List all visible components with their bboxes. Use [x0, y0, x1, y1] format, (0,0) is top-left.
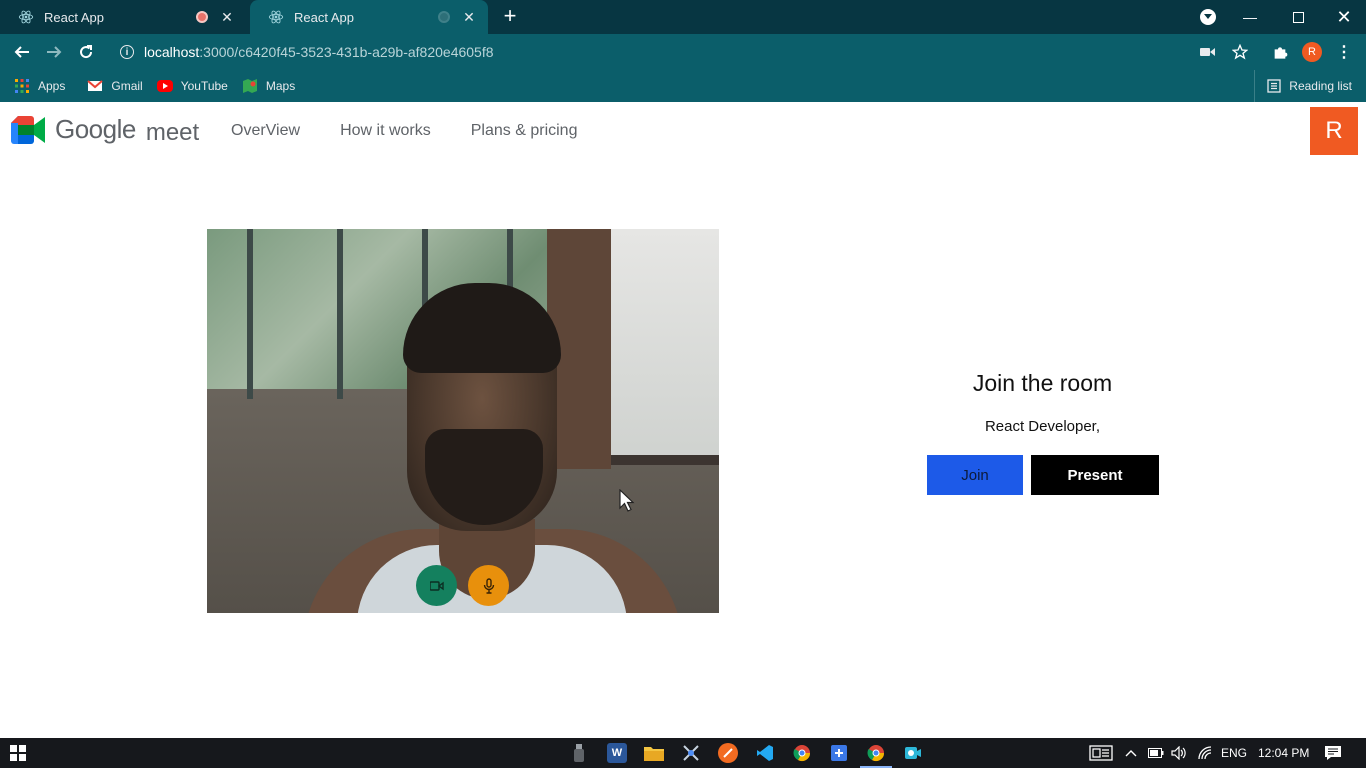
bookmark-label: Gmail — [111, 79, 143, 93]
bookmarks-bar: Apps Gmail YouTube Maps Reading list — [0, 70, 1366, 102]
address-bar[interactable]: i localhost:3000/c6420f45-3523-431b-a29b… — [110, 38, 1260, 66]
google-meet-logo[interactable]: Google meet — [11, 114, 199, 146]
video-camera-icon — [429, 580, 444, 591]
join-room-subtitle: React Developer, — [984, 418, 1101, 435]
reload-button[interactable] — [74, 40, 98, 64]
bookmark-label: Apps — [38, 79, 66, 93]
extensions-puzzle-icon[interactable] — [1270, 42, 1290, 62]
main-nav: OverView How it works Plans & pricing — [231, 122, 617, 140]
react-icon — [18, 10, 34, 24]
app-header: Google meet OverView How it works Plans … — [0, 102, 1366, 160]
clock[interactable]: 12:04 PM — [1258, 738, 1309, 768]
bookmark-gmail[interactable]: Gmail — [87, 78, 143, 94]
bookmark-apps[interactable]: Apps — [14, 78, 65, 94]
nav-plans-pricing[interactable]: Plans & pricing — [471, 122, 578, 140]
windows-start-icon[interactable] — [10, 745, 26, 761]
news-widget-icon[interactable] — [1089, 738, 1113, 768]
browser-toolbar: i localhost:3000/c6420f45-3523-431b-a29b… — [0, 34, 1366, 70]
restore-icon — [1292, 11, 1304, 23]
join-room-title: Join the room — [972, 370, 1113, 396]
reading-list-icon — [1267, 79, 1281, 93]
language-indicator[interactable]: ENG — [1221, 738, 1247, 768]
profile-avatar[interactable]: R — [1302, 42, 1322, 62]
chrome-icon[interactable] — [792, 743, 812, 763]
youtube-icon — [156, 80, 173, 92]
logo-google-text: Google — [55, 114, 136, 144]
arrow-right-icon — [47, 46, 62, 58]
arrow-left-icon — [14, 46, 29, 58]
snipping-tool-icon[interactable] — [681, 743, 701, 763]
settings-app-icon[interactable] — [829, 743, 849, 763]
forward-button[interactable] — [42, 40, 66, 64]
reading-list-button[interactable]: Reading list — [1254, 70, 1352, 102]
battery-icon[interactable] — [1148, 738, 1164, 768]
vscode-icon[interactable] — [755, 743, 775, 763]
close-window-button[interactable]: ✕ — [1328, 0, 1360, 34]
restore-button[interactable] — [1282, 0, 1314, 34]
windows-taskbar: W ENG 12:04 PM — [0, 738, 1366, 768]
notifications-icon[interactable] — [1324, 738, 1342, 768]
bookmark-label: YouTube — [180, 79, 228, 93]
back-button[interactable] — [10, 40, 34, 64]
camera-toggle-button[interactable] — [416, 565, 457, 606]
screen-recorder-icon[interactable] — [903, 743, 923, 763]
url-host: localhost — [144, 44, 200, 60]
logo-meet-text: meet — [145, 119, 200, 146]
wifi-icon[interactable] — [1197, 738, 1213, 768]
minimize-button[interactable]: — — [1234, 0, 1266, 34]
new-tab-button[interactable]: + — [498, 5, 522, 29]
close-tab-icon[interactable]: ✕ — [462, 9, 476, 26]
usb-drive-icon[interactable] — [569, 743, 589, 763]
more-menu-icon[interactable]: ⋮ — [1334, 42, 1354, 62]
gmail-icon — [87, 80, 104, 91]
tab-search-button[interactable] — [1196, 0, 1220, 34]
chevron-down-icon — [1200, 9, 1216, 25]
meet-logo-icon — [11, 116, 45, 144]
nav-how-it-works[interactable]: How it works — [340, 122, 431, 140]
reload-icon — [80, 45, 93, 59]
present-button[interactable]: Present — [1031, 455, 1159, 495]
join-button[interactable]: Join — [927, 455, 1023, 495]
site-info-icon[interactable]: i — [120, 45, 134, 59]
chevron-up-icon[interactable] — [1125, 738, 1137, 768]
mouse-cursor-icon — [619, 489, 635, 512]
tab-title: React App — [44, 9, 104, 25]
browser-tab-strip: React App ✕ React App ✕ + — ✕ — [0, 0, 1366, 34]
camera-in-use-icon[interactable] — [1198, 42, 1218, 62]
media-controls — [416, 565, 509, 606]
maps-icon — [242, 79, 257, 93]
browser-tab[interactable]: React App ✕ — [0, 0, 246, 34]
user-avatar[interactable]: R — [1310, 107, 1358, 155]
bookmark-star-icon[interactable] — [1230, 42, 1250, 62]
close-tab-icon[interactable]: ✕ — [220, 9, 234, 26]
reading-list-label: Reading list — [1289, 79, 1352, 93]
sketch-app-icon[interactable] — [718, 743, 738, 763]
chrome-active-icon[interactable] — [860, 743, 892, 768]
bookmark-maps[interactable]: Maps — [242, 78, 295, 94]
browser-tab-active[interactable]: React App ✕ — [250, 0, 488, 34]
recording-indicator-icon — [438, 11, 450, 23]
recording-indicator-icon — [196, 11, 208, 23]
microphone-icon — [483, 577, 494, 594]
bookmark-label: Maps — [265, 79, 296, 93]
react-icon — [268, 10, 284, 24]
tab-title: React App — [294, 9, 354, 25]
microphone-toggle-button[interactable] — [468, 565, 509, 606]
camera-preview — [207, 229, 719, 613]
apps-grid-icon — [15, 79, 29, 93]
nav-overview[interactable]: OverView — [231, 122, 300, 140]
word-icon[interactable]: W — [607, 743, 627, 763]
bookmark-youtube[interactable]: YouTube — [156, 78, 228, 94]
url-path: :3000/c6420f45-3523-431b-a29b-af820e4605… — [199, 44, 494, 60]
volume-icon[interactable] — [1171, 738, 1187, 768]
file-explorer-icon[interactable] — [644, 743, 664, 763]
